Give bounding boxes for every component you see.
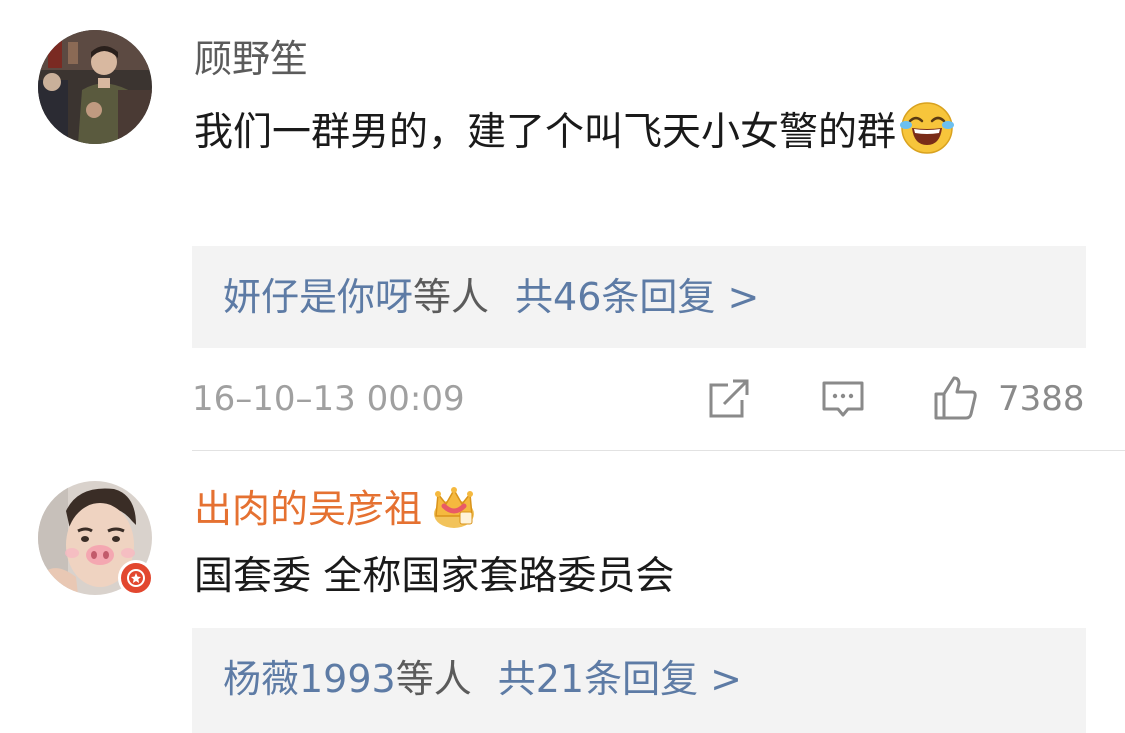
avatar[interactable] [38,30,152,144]
share-button[interactable] [706,374,752,424]
crown-icon[interactable] [430,484,478,540]
comment-text: 国套委 全称国家套路委员会 [194,554,675,599]
reply-summary-text: 杨薇1993等人 共21条回复 > [223,655,742,703]
verified-badge-icon [118,560,154,596]
reply-summary-text: 妍仔是你呀等人 共46条回复 > [223,273,759,321]
comment-button[interactable] [820,374,866,424]
reply-suffix: 等人 [395,657,472,701]
reply-summary[interactable]: 杨薇1993等人 共21条回复 > [192,628,1086,733]
avatar-photo [38,30,152,144]
like-count: 7388 [998,379,1085,419]
like-icon [934,376,977,420]
username[interactable]: 出肉的吴彦祖 [194,487,422,531]
laughing-tears-emoji-icon [900,101,955,168]
comment-content: 我们一群男的，建了个叫飞天小女警的群 [194,101,955,168]
share-icon [709,379,749,418]
username[interactable]: 顾野笙 [194,36,308,82]
comment-icon [822,381,864,417]
reply-count-link[interactable]: 共46条回复 > [515,275,759,319]
comment-item-1: 顾野笙 我们一群男的，建了个叫飞天小女警的群 妍仔是你呀等人 共46条回复 > 1… [0,0,1125,450]
reply-user-names[interactable]: 杨薇1993 [223,657,396,701]
comment-text: 我们一群男的，建了个叫飞天小女警的群 [194,110,897,155]
comment-item-2: 出肉的吴彦祖 国套委 全称国家套路委员会 杨薇1993等人 共21条回复 > [0,451,1125,733]
reply-summary[interactable]: 妍仔是你呀等人 共46条回复 > [192,246,1086,348]
reply-user-names[interactable]: 妍仔是你呀 [223,275,413,319]
like-button[interactable] [932,374,980,424]
reply-suffix: 等人 [413,275,490,319]
reply-count-link[interactable]: 共21条回复 > [498,657,742,701]
username-row: 出肉的吴彦祖 [194,484,478,540]
timestamp: 16–10–13 00:09 [192,379,465,419]
